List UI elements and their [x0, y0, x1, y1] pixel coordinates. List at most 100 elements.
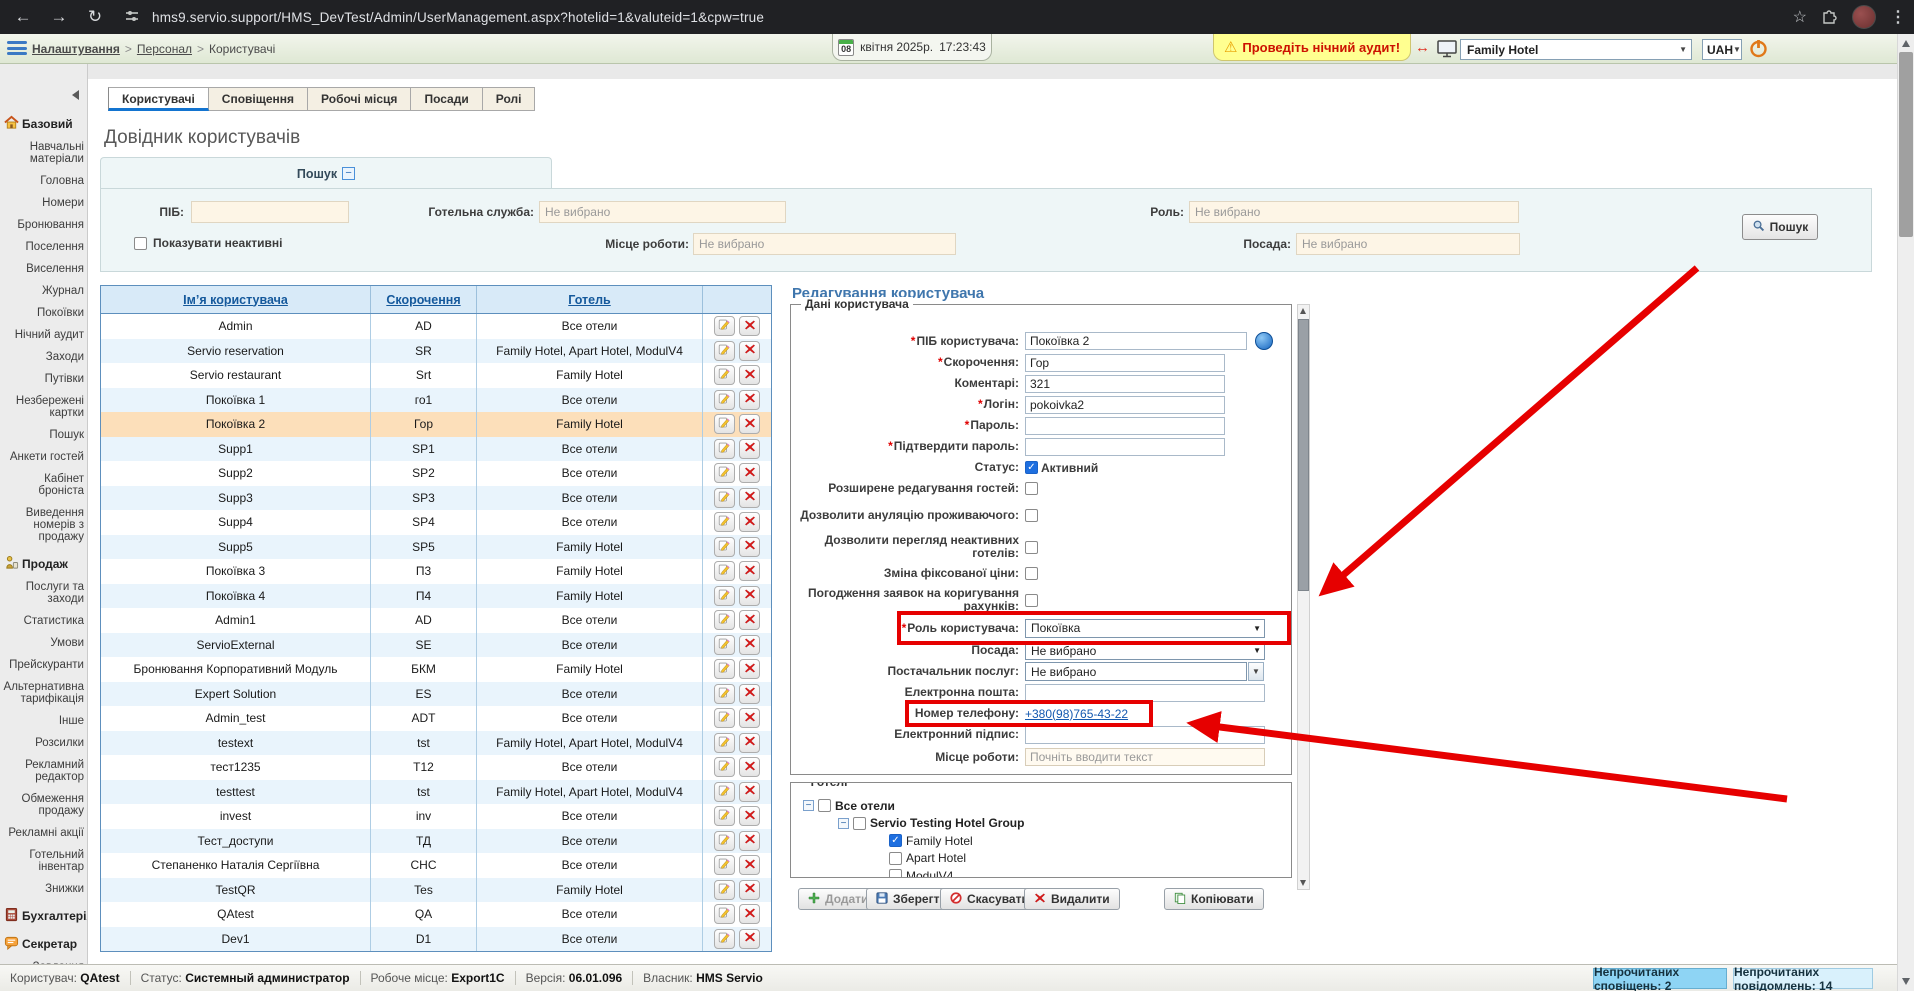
hotel-tree-row[interactable]: Apart Hotel: [793, 850, 1289, 868]
hotel-tree-row[interactable]: Servio Testing Hotel Group: [793, 815, 1289, 833]
edit-user-button[interactable]: [714, 929, 735, 949]
hotel-select[interactable]: Family Hotel: [1460, 39, 1692, 60]
delete-user-button[interactable]: [739, 512, 760, 532]
night-audit-warning[interactable]: Проведіть нічний аудит!: [1213, 34, 1411, 61]
editor-text-input[interactable]: [1025, 438, 1225, 456]
edit-user-button[interactable]: [714, 610, 735, 630]
delete-user-button[interactable]: [739, 365, 760, 385]
table-row[interactable]: Покоївка 4П4Family Hotel: [101, 584, 771, 609]
table-row[interactable]: Supp5SP5Family Hotel: [101, 535, 771, 560]
sidebar-collapse-icon[interactable]: [72, 90, 79, 100]
scroll-up-icon[interactable]: [1300, 308, 1306, 314]
edit-user-button[interactable]: [714, 365, 735, 385]
sidebar-item[interactable]: Поселення: [0, 236, 87, 258]
workstation-monitor-icon[interactable]: [1437, 40, 1457, 61]
checkbox-icon[interactable]: [1025, 509, 1038, 522]
edit-user-button[interactable]: [714, 904, 735, 924]
table-row[interactable]: testexttstFamily Hotel, Apart Hotel, Mod…: [101, 731, 771, 756]
editor-select[interactable]: Покоївка: [1025, 619, 1265, 638]
delete-user-button[interactable]: [739, 586, 760, 606]
scrollbar-thumb[interactable]: [1298, 319, 1309, 591]
sidebar-item[interactable]: Кабінет броніста: [0, 468, 87, 502]
delete-user-button[interactable]: [739, 929, 760, 949]
edit-user-button[interactable]: [714, 439, 735, 459]
sort-by-hotel-link[interactable]: Готель: [568, 293, 611, 307]
phone-link[interactable]: +380(98)765-43-22: [1025, 707, 1128, 721]
sidebar-section[interactable]: Секретар: [0, 932, 87, 956]
checkbox-icon[interactable]: [889, 834, 902, 847]
browser-profile-avatar[interactable]: [1852, 5, 1876, 29]
copy-button[interactable]: Копіювати: [1164, 888, 1264, 910]
edit-user-button[interactable]: [714, 684, 735, 704]
browser-back-icon[interactable]: [10, 4, 36, 30]
table-row[interactable]: Dev1D1Все отели: [101, 927, 771, 952]
edit-user-button[interactable]: [714, 757, 735, 777]
delete-user-button[interactable]: [739, 414, 760, 434]
table-row[interactable]: Supp4SP4Все отели: [101, 510, 771, 535]
sidebar-item[interactable]: Виселення: [0, 258, 87, 280]
unread-messages-badge[interactable]: Непрочитаних повідомлень: 14: [1733, 968, 1873, 989]
edit-user-button[interactable]: [714, 390, 735, 410]
delete-user-button[interactable]: [739, 684, 760, 704]
delete-user-button[interactable]: [739, 439, 760, 459]
combo-dropdown-button[interactable]: [1248, 662, 1264, 681]
editor-scrollbar[interactable]: [1297, 304, 1310, 890]
hotel-tree-row[interactable]: Все отели: [793, 797, 1289, 815]
currency-select[interactable]: UAH: [1702, 39, 1742, 60]
table-row[interactable]: Servio reservationSRFamily Hotel, Apart …: [101, 339, 771, 364]
edit-user-button[interactable]: [714, 855, 735, 875]
position-input[interactable]: [1296, 233, 1520, 255]
edit-user-button[interactable]: [714, 488, 735, 508]
sidebar-item[interactable]: Рекламні акції: [0, 822, 87, 844]
delete-user-button[interactable]: [739, 537, 760, 557]
logout-power-icon[interactable]: [1748, 38, 1769, 62]
breadcrumb-settings[interactable]: Налаштування: [32, 42, 120, 56]
table-row[interactable]: TestQRTesFamily Hotel: [101, 878, 771, 903]
delete-user-button[interactable]: [739, 341, 760, 361]
sidebar-item[interactable]: Готельний інвентар: [0, 844, 87, 878]
hotel-service-input[interactable]: [539, 201, 786, 223]
table-row[interactable]: Покоївка 1го1Все отели: [101, 388, 771, 413]
sidebar-item[interactable]: Бронювання: [0, 214, 87, 236]
tab-workplaces[interactable]: Робочі місця: [308, 87, 411, 111]
checkbox-icon[interactable]: [1025, 461, 1038, 474]
sidebar-item[interactable]: Статистика: [0, 610, 87, 632]
delete-user-button[interactable]: [739, 831, 760, 851]
page-scrollbar[interactable]: [1897, 34, 1914, 991]
checkbox-icon[interactable]: [1025, 567, 1038, 580]
sidebar-item[interactable]: Альтернативна тарифікація: [0, 676, 87, 710]
edit-user-button[interactable]: [714, 806, 735, 826]
edit-user-button[interactable]: [714, 512, 735, 532]
role-input[interactable]: [1189, 201, 1519, 223]
delete-user-button[interactable]: [739, 488, 760, 508]
table-row[interactable]: Покоївка 2ГорFamily Hotel: [101, 412, 771, 437]
hotel-tree-row[interactable]: Family Hotel: [793, 832, 1289, 850]
delete-user-button[interactable]: [739, 610, 760, 630]
sidebar-item[interactable]: Журнал: [0, 280, 87, 302]
sidebar-item[interactable]: Умови: [0, 632, 87, 654]
sidebar-section[interactable]: Продаж: [0, 552, 87, 576]
checkbox-icon[interactable]: [1025, 482, 1038, 495]
table-row[interactable]: Supp3SP3Все отели: [101, 486, 771, 511]
sort-by-name-link[interactable]: Ім’я користувача: [183, 293, 288, 307]
edit-user-button[interactable]: [714, 586, 735, 606]
table-row[interactable]: testtesttstFamily Hotel, Apart Hotel, Mo…: [101, 780, 771, 805]
scroll-up-icon[interactable]: [1902, 40, 1910, 47]
sidebar-item[interactable]: Нічний аудит: [0, 324, 87, 346]
switch-arrows-icon[interactable]: [1415, 39, 1430, 56]
sort-by-abbr-link[interactable]: Скорочення: [386, 293, 460, 307]
editor-select[interactable]: Не вибрано: [1025, 641, 1265, 660]
collapse-icon[interactable]: [803, 800, 814, 811]
pib-input[interactable]: [191, 201, 349, 223]
collapse-search-icon[interactable]: [342, 167, 355, 180]
sidebar-item[interactable]: Інше: [0, 710, 87, 732]
editor-text-input[interactable]: [1025, 726, 1265, 744]
extensions-puzzle-icon[interactable]: [1821, 7, 1838, 27]
table-row[interactable]: ServioExternalSEВсе отели: [101, 633, 771, 658]
delete-user-button[interactable]: [739, 880, 760, 900]
delete-user-button[interactable]: [739, 757, 760, 777]
tab-positions[interactable]: Посади: [411, 87, 482, 111]
checkbox-icon[interactable]: [1025, 541, 1038, 554]
edit-user-button[interactable]: [714, 537, 735, 557]
site-info-icon[interactable]: [124, 8, 140, 27]
